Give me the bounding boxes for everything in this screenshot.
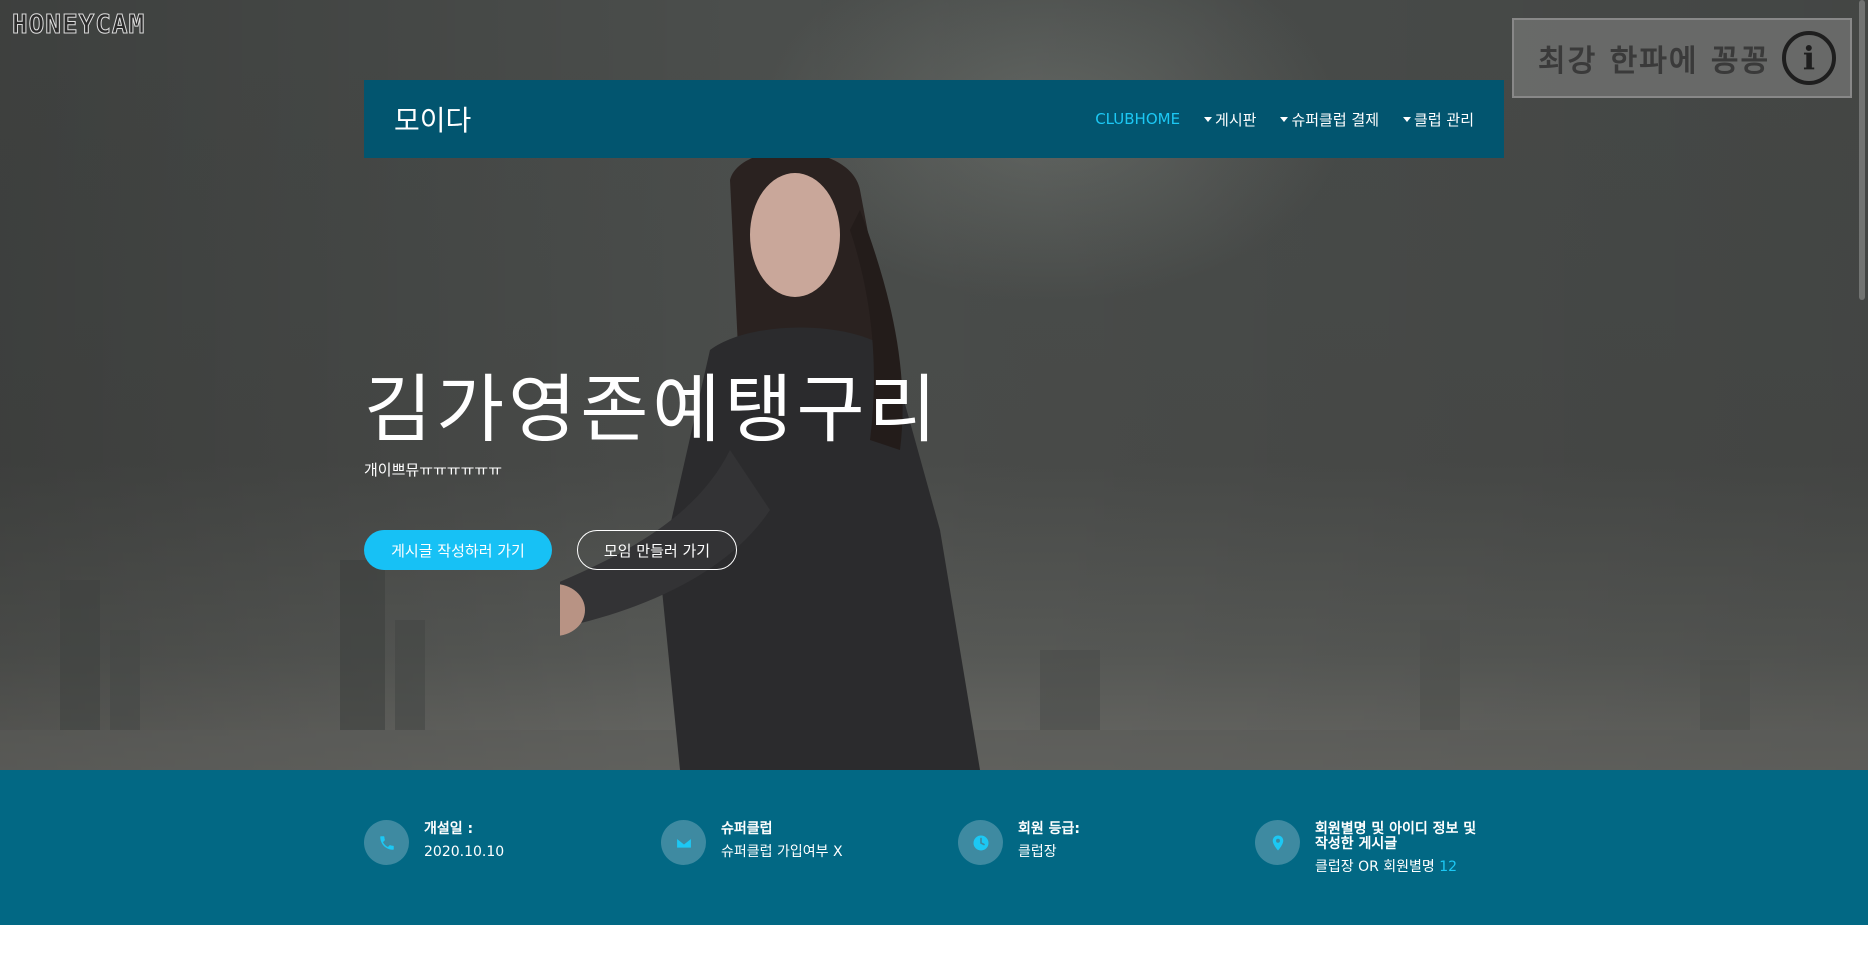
info-label: 슈퍼클럽 xyxy=(721,821,773,837)
phone-icon xyxy=(364,820,409,865)
nav-item-superclub-payment[interactable]: 슈퍼클럽 결제 xyxy=(1280,109,1379,130)
woman-figure-image xyxy=(560,151,980,770)
nav-item-club-management[interactable]: 클럽 관리 xyxy=(1403,109,1474,130)
info-label-line1: 회원별명 및 아이디 정보 및 xyxy=(1315,821,1477,837)
nav-item-label: CLUBHOME xyxy=(1095,110,1181,128)
info-member-profile: 회원별명 및 아이디 정보 및 작성한 게시글 클럽장 OR 회원별명 12 xyxy=(1255,820,1476,875)
nav-item-label: 게시판 xyxy=(1215,110,1257,129)
nav-item-label: 클럽 관리 xyxy=(1414,110,1474,129)
honeycam-watermark: HONEYCAM xyxy=(11,10,146,41)
caret-down-icon xyxy=(1204,117,1213,122)
nav-item-board[interactable]: 게시판 xyxy=(1204,109,1256,130)
hero-title: 김가영존예탱구리 xyxy=(364,367,941,453)
info-label-line2: 작성한 게시글 xyxy=(1315,836,1398,852)
info-value-text: 클럽장 OR 회원별명 xyxy=(1315,859,1435,875)
nav-item-label: 슈퍼클럽 결제 xyxy=(1291,110,1380,129)
vertical-scrollbar[interactable] xyxy=(1859,0,1865,300)
write-post-button[interactable]: 게시글 작성하러 가기 xyxy=(364,530,552,570)
info-label: 회원 등급: xyxy=(1018,821,1080,837)
map-marker-icon xyxy=(1255,820,1300,865)
info-superclub: 슈퍼클럽 슈퍼클럽 가입여부 X xyxy=(661,820,843,865)
nav-menu: CLUBHOME 게시판 슈퍼클럽 결제 클럽 관리 xyxy=(1095,109,1474,130)
club-info-strip: 개설일 : 2020.10.10 슈퍼클럽 슈퍼클럽 가입여부 X 회원 등급:… xyxy=(0,770,1868,925)
nav-item-clubhome[interactable]: CLUBHOME xyxy=(1095,110,1180,128)
create-club-button[interactable]: 모임 만들러 가기 xyxy=(577,530,737,570)
promo-banner[interactable]: 최강 한파에 꽁꽁 i xyxy=(1512,18,1852,98)
info-value: 클럽장 OR 회원별명 12 xyxy=(1315,859,1476,875)
caret-down-icon xyxy=(1403,117,1412,122)
info-value: 2020.10.10 xyxy=(424,844,505,860)
caret-down-icon xyxy=(1280,117,1289,122)
brand-logo[interactable]: 모이다 xyxy=(394,99,471,139)
info-value: 슈퍼클럽 가입여부 X xyxy=(721,844,843,860)
envelope-icon xyxy=(661,820,706,865)
top-navbar: 모이다 CLUBHOME 게시판 슈퍼클럽 결제 클럽 관리 xyxy=(364,80,1504,158)
post-count[interactable]: 12 xyxy=(1439,859,1457,875)
info-founded-date: 개설일 : 2020.10.10 xyxy=(364,820,504,865)
info-value: 클럽장 xyxy=(1018,844,1057,860)
hero-section: HONEYCAM 최강 한파에 꽁꽁 i 모이다 CLUBHOME 게시판 슈퍼… xyxy=(0,0,1868,770)
clock-icon xyxy=(958,820,1003,865)
info-member-grade: 회원 등급: 클럽장 xyxy=(958,820,1080,865)
info-label: 개설일 : xyxy=(424,821,474,837)
hero-subtitle: 개이쁘뮤ㅠㅠㅠㅠㅠㅠ xyxy=(364,461,503,479)
info-icon[interactable]: i xyxy=(1782,31,1836,85)
promo-text: 최강 한파에 꽁꽁 xyxy=(1538,44,1771,79)
